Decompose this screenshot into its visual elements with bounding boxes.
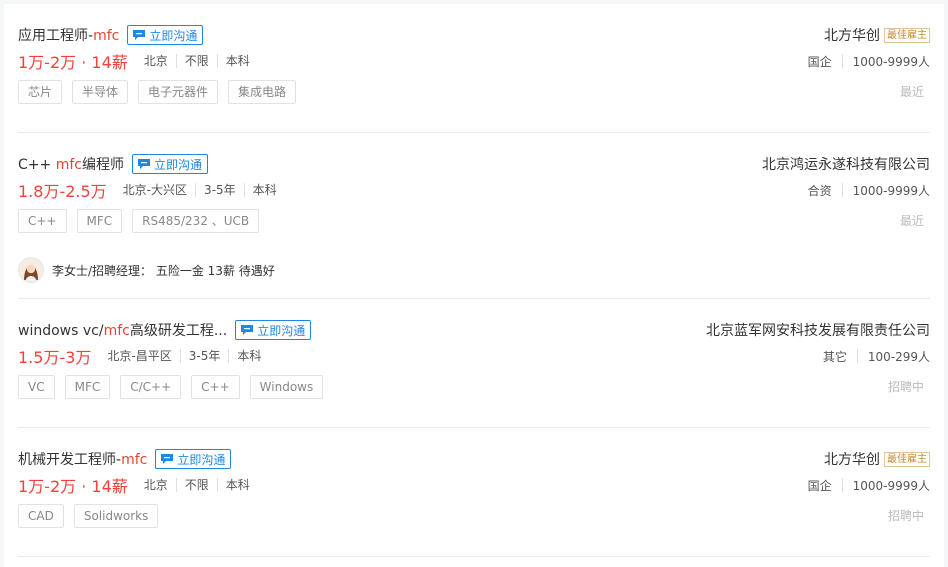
job-tag: 芯片 bbox=[18, 80, 63, 104]
job-list-panel: 应用工程师-mfc 立即沟通 1万-2万 · 14薪 北京 不限 本科 芯片 半… bbox=[4, 4, 944, 567]
job-tag: C++ bbox=[191, 375, 240, 399]
best-employer-badge: 最佳雇主 bbox=[884, 451, 930, 467]
job-tag: Solidworks bbox=[73, 504, 159, 528]
chat-icon bbox=[133, 30, 146, 40]
company-name[interactable]: 北京鸿运永遂科技有限公司 bbox=[762, 154, 930, 174]
company-type: 合资 bbox=[807, 183, 832, 198]
job-location: 北京 bbox=[143, 478, 168, 492]
company-name-row: 北京蓝军网安科技发展有限责任公司 bbox=[706, 319, 930, 341]
chat-now-button[interactable]: 立即沟通 bbox=[155, 449, 232, 469]
company-name[interactable]: 北方华创 bbox=[824, 25, 880, 45]
job-tag: 半导体 bbox=[72, 80, 129, 104]
divider bbox=[856, 349, 858, 363]
job-info-row: 1万-2万 · 14薪 北京 不限 本科 bbox=[18, 50, 258, 72]
job-title[interactable]: windows vc/mfc高级研发工程... bbox=[18, 320, 227, 340]
job-tag: MFC bbox=[64, 375, 111, 399]
job-tags: VC MFC C/C++ C++ Windows bbox=[18, 375, 333, 399]
chat-icon bbox=[137, 159, 150, 169]
job-experience: 3-5年 bbox=[195, 183, 244, 197]
job-tags: 芯片 半导体 电子元器件 集成电路 bbox=[18, 80, 306, 104]
company-type: 国企 bbox=[807, 54, 832, 69]
job-info-row: 1.8万-2.5万 北京-大兴区 3-5年 本科 bbox=[18, 179, 285, 201]
chat-icon bbox=[241, 325, 254, 335]
chat-icon bbox=[161, 454, 174, 464]
job-title-row: 应用工程师-mfc 立即沟通 bbox=[18, 24, 204, 46]
divider bbox=[18, 298, 930, 299]
divider bbox=[18, 132, 930, 133]
job-info-row: 1.5万-3万 北京-昌平区 3-5年 本科 bbox=[18, 345, 269, 367]
chat-now-label: 立即沟通 bbox=[149, 28, 198, 43]
job-tag: RS485/232 、UCB bbox=[132, 209, 260, 233]
job-tag: CAD bbox=[18, 504, 64, 528]
job-degree: 本科 bbox=[216, 54, 258, 68]
job-tag: C/C++ bbox=[120, 375, 182, 399]
salary: 1万-2万 · 14薪 bbox=[18, 477, 128, 496]
company-type: 国企 bbox=[807, 478, 832, 493]
job-degree: 本科 bbox=[216, 478, 258, 492]
job-status: 最近 bbox=[899, 214, 924, 228]
job-degree: 本科 bbox=[243, 183, 285, 197]
job-tag: Windows bbox=[249, 375, 324, 399]
company-info-row: 国企 1000-9999人 bbox=[808, 50, 930, 72]
divider bbox=[841, 54, 843, 68]
job-location: 北京-大兴区 bbox=[122, 183, 188, 197]
job-status: 最近 bbox=[899, 85, 924, 99]
company-info-row: 国企 1000-9999人 bbox=[808, 474, 930, 496]
salary: 1.8万-2.5万 bbox=[18, 182, 107, 201]
company-name[interactable]: 北京蓝军网安科技发展有限责任公司 bbox=[706, 320, 930, 340]
job-title[interactable]: 应用工程师-mfc bbox=[18, 25, 119, 45]
job-tags: C++ MFC RS485/232 、UCB bbox=[18, 209, 269, 233]
divider bbox=[841, 183, 843, 197]
company-size: 1000-9999人 bbox=[852, 54, 930, 69]
divider bbox=[841, 478, 843, 492]
chat-now-button[interactable]: 立即沟通 bbox=[131, 154, 208, 174]
job-title-row: C++ mfc编程师 立即沟通 bbox=[18, 153, 208, 175]
company-info-row: 其它 100-299人 bbox=[823, 345, 930, 367]
job-tag: 电子元器件 bbox=[138, 80, 219, 104]
job-title-row: 机械开发工程师-mfc 立即沟通 bbox=[18, 448, 232, 470]
chat-now-button[interactable]: 立即沟通 bbox=[235, 320, 312, 340]
chat-now-button[interactable]: 立即沟通 bbox=[127, 25, 204, 45]
chat-now-label: 立即沟通 bbox=[257, 323, 306, 338]
recruiter-info: 李女士/招聘经理： 五险一金 13薪 待遇好 bbox=[52, 263, 275, 278]
job-location: 北京 bbox=[143, 54, 168, 68]
job-title[interactable]: 机械开发工程师-mfc bbox=[18, 449, 147, 469]
company-size: 100-299人 bbox=[867, 349, 930, 364]
job-info-row: 1万-2万 · 14薪 北京 不限 本科 bbox=[18, 474, 258, 496]
chat-now-label: 立即沟通 bbox=[153, 157, 202, 172]
job-experience: 3-5年 bbox=[179, 349, 229, 363]
job-experience: 不限 bbox=[175, 478, 217, 492]
salary: 1.5万-3万 bbox=[18, 348, 92, 367]
job-title-row: windows vc/mfc高级研发工程... 立即沟通 bbox=[18, 319, 312, 341]
divider bbox=[18, 556, 930, 557]
job-status: 招聘中 bbox=[887, 380, 924, 394]
company-name-row: 北方华创 最佳雇主 bbox=[824, 448, 930, 470]
best-employer-badge: 最佳雇主 bbox=[884, 27, 930, 43]
avatar-icon bbox=[19, 258, 43, 282]
divider bbox=[18, 427, 930, 428]
job-title[interactable]: C++ mfc编程师 bbox=[18, 154, 124, 174]
company-name[interactable]: 北方华创 bbox=[824, 449, 880, 469]
job-status: 招聘中 bbox=[887, 509, 924, 523]
job-experience: 不限 bbox=[175, 54, 217, 68]
job-tag: C++ bbox=[18, 209, 67, 233]
job-tag: VC bbox=[18, 375, 55, 399]
salary: 1万-2万 · 14薪 bbox=[18, 53, 128, 72]
female-avatar bbox=[18, 257, 44, 283]
job-location: 北京-昌平区 bbox=[107, 349, 172, 363]
company-name-row: 北京鸿运永遂科技有限公司 bbox=[762, 153, 930, 175]
recruiter-row: 李女士/招聘经理： 五险一金 13薪 待遇好 bbox=[18, 257, 275, 283]
company-size: 1000-9999人 bbox=[852, 478, 930, 493]
company-name-row: 北方华创 最佳雇主 bbox=[824, 24, 930, 46]
chat-now-label: 立即沟通 bbox=[177, 452, 226, 467]
company-size: 1000-9999人 bbox=[852, 183, 930, 198]
job-tag: MFC bbox=[76, 209, 123, 233]
job-tag: 集成电路 bbox=[228, 80, 297, 104]
company-type: 其它 bbox=[822, 349, 847, 364]
company-info-row: 合资 1000-9999人 bbox=[808, 179, 930, 201]
job-tags: CAD Solidworks bbox=[18, 504, 168, 528]
job-degree: 本科 bbox=[228, 349, 269, 363]
